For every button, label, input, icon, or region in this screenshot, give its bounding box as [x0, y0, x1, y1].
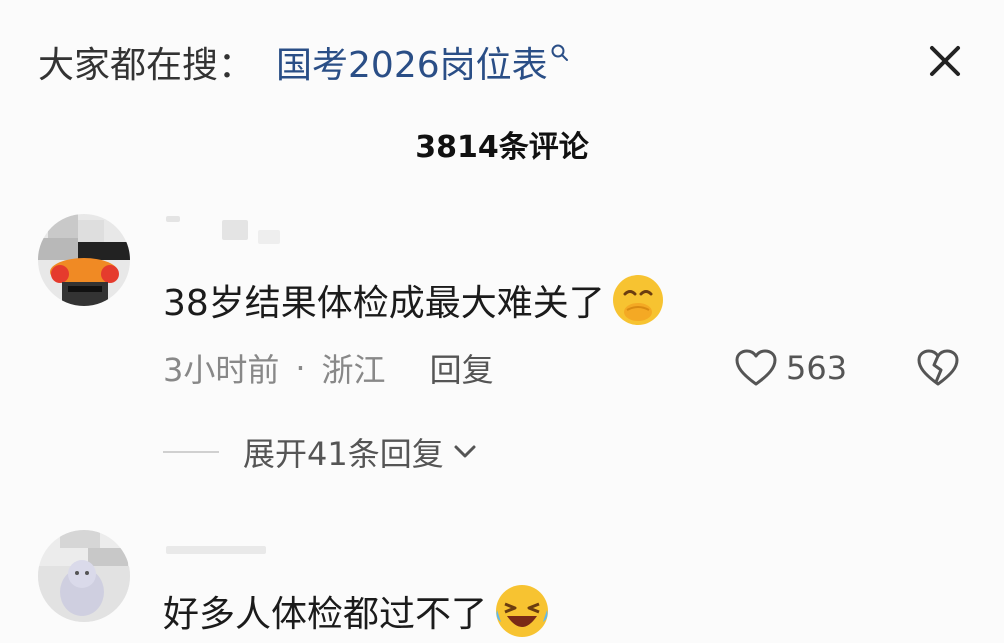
avatar[interactable]: [38, 530, 130, 622]
search-suggestion-link[interactable]: 国考2026岗位表: [276, 36, 548, 88]
search-suggestion-bar: 大家都在搜： 国考2026岗位表: [38, 36, 570, 88]
username-blurred[interactable]: [258, 230, 280, 244]
meta-separator: ·: [295, 349, 306, 387]
comment-body: 38岁结果体检成最大难关了: [163, 283, 605, 324]
expand-replies-button[interactable]: 展开41条回复: [163, 430, 480, 474]
like-count: 563: [786, 349, 848, 387]
expand-replies-label[interactable]: 展开41条回复: [243, 429, 444, 475]
avatar[interactable]: [38, 214, 130, 306]
comment-time: 3小时前: [163, 351, 280, 389]
search-suggestion-prefix: 大家都在搜：: [38, 45, 255, 86]
heart-outline-icon[interactable]: [734, 348, 778, 388]
close-icon[interactable]: [922, 38, 968, 84]
comment-text: 38岁结果体检成最大难关了: [163, 274, 665, 326]
username-blurred[interactable]: [166, 216, 180, 222]
comment-text: 好多人体检都过不了: [163, 585, 551, 637]
username-blurred[interactable]: [222, 220, 248, 240]
broken-heart-icon[interactable]: [915, 346, 961, 390]
smirking-hand-over-mouth-emoji: [612, 275, 663, 325]
laughing-crying-emoji: [496, 585, 549, 637]
comment-body: 好多人体检都过不了: [163, 594, 488, 635]
divider: [163, 451, 219, 453]
like-button[interactable]: 563: [734, 346, 847, 390]
search-icon[interactable]: [550, 43, 570, 63]
username-blurred[interactable]: [166, 546, 266, 554]
reply-button[interactable]: 回复: [430, 345, 494, 391]
comment-location: 浙江: [321, 351, 386, 389]
comments-panel: 大家都在搜： 国考2026岗位表 3814条评论 38岁结果体检成最大难关了 3…: [0, 0, 1004, 643]
comment-meta: 3小时前 · 浙江 回复: [163, 346, 494, 390]
chevron-down-icon[interactable]: [450, 437, 480, 467]
comment-count-title: 3814条评论: [415, 130, 589, 165]
